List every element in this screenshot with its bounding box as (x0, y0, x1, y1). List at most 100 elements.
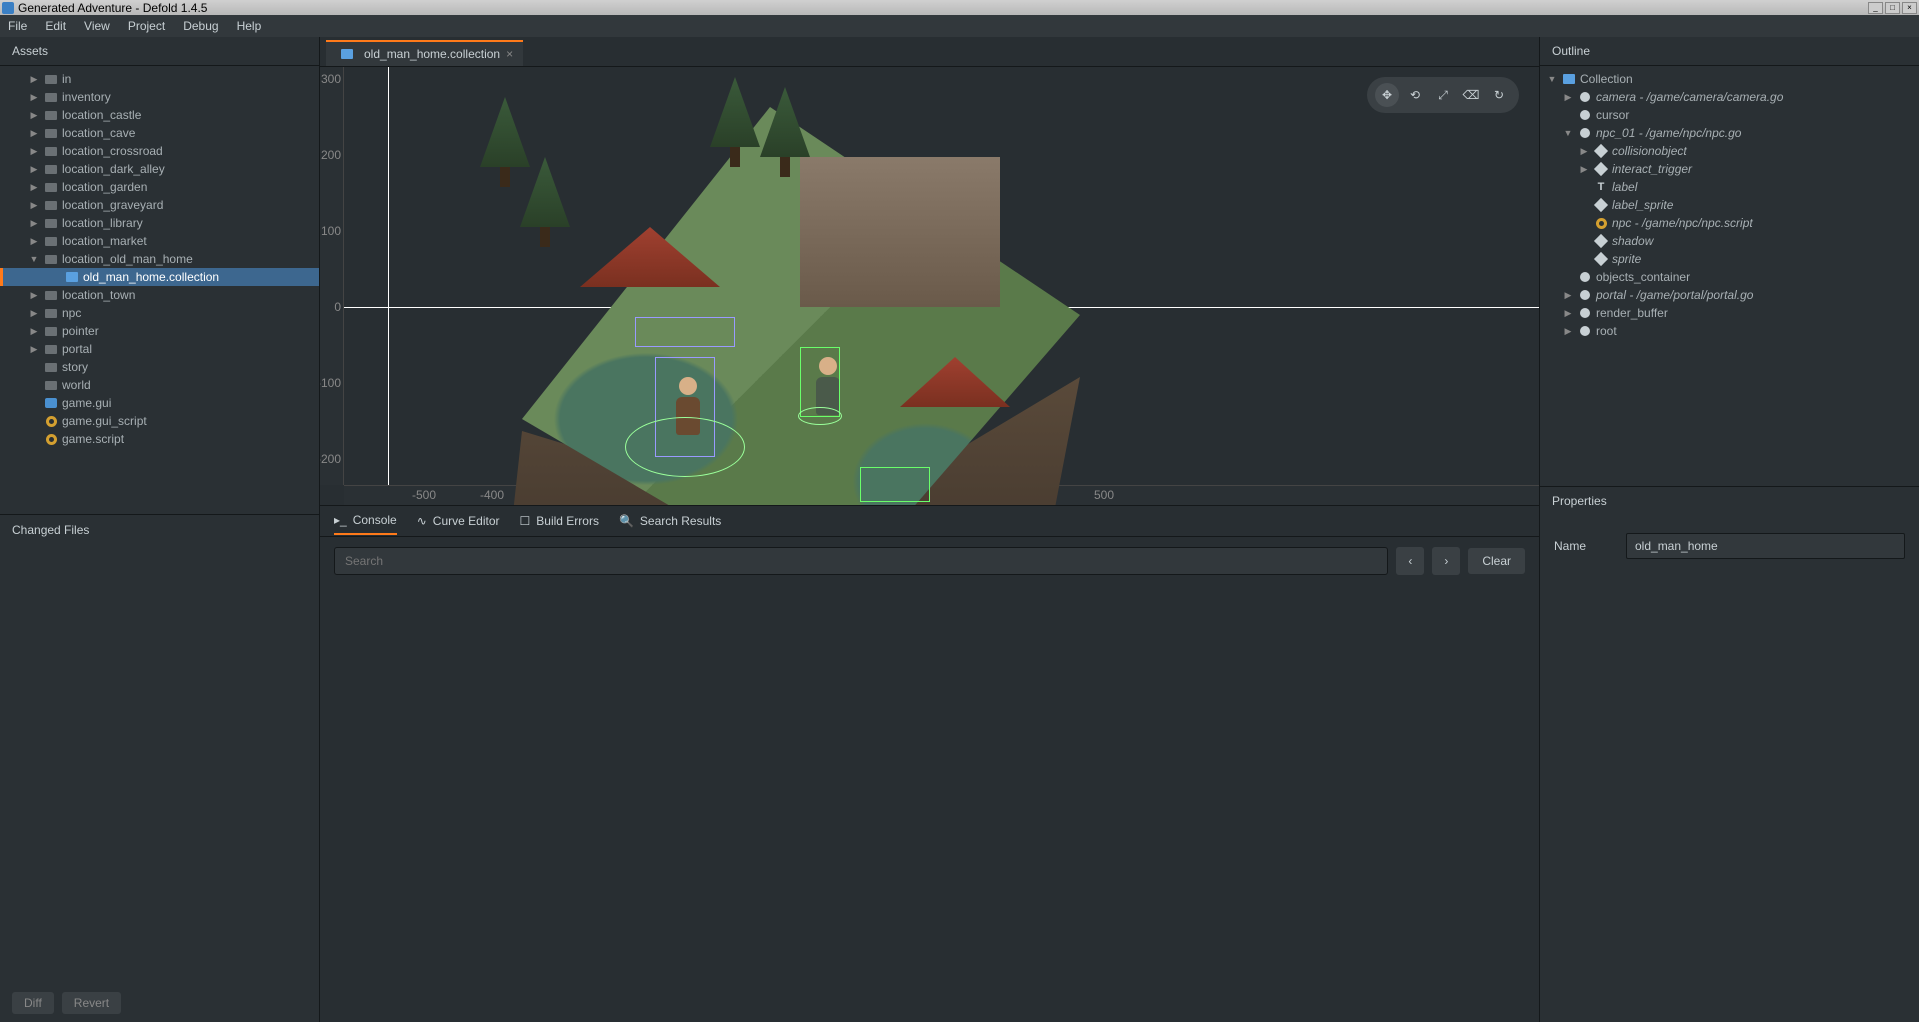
minimize-button[interactable]: _ (1868, 2, 1883, 14)
asset-item[interactable]: ▶location_cave (0, 124, 319, 142)
outline-label: interact_trigger (1612, 162, 1692, 176)
outline-item[interactable]: ▼npc_01 - /game/npc/npc.go (1540, 124, 1919, 142)
menu-help[interactable]: Help (237, 19, 262, 33)
gameobject-icon (1580, 290, 1590, 300)
chevron-icon[interactable]: ▶ (28, 128, 40, 139)
chevron-icon[interactable]: ▶ (28, 218, 40, 229)
asset-item[interactable]: game.script (0, 430, 319, 448)
chevron-icon[interactable]: ▶ (28, 92, 40, 103)
tab-build-errors[interactable]: ☐ Build Errors (520, 508, 599, 534)
asset-item[interactable]: game.gui (0, 394, 319, 412)
chevron-icon[interactable]: ▶ (28, 110, 40, 121)
chevron-icon[interactable]: ▶ (28, 326, 40, 337)
revert-button[interactable]: Revert (62, 992, 121, 1014)
outline-item[interactable]: ▶portal - /game/portal/portal.go (1540, 286, 1919, 304)
chevron-icon[interactable]: ▼ (1546, 74, 1558, 84)
asset-item[interactable]: ▶location_town (0, 286, 319, 304)
asset-item[interactable]: game.gui_script (0, 412, 319, 430)
tool-scale-icon[interactable]: ⤢ (1431, 83, 1455, 107)
chevron-icon[interactable]: ▶ (1578, 164, 1590, 175)
tool-move-icon[interactable]: ✥ (1375, 83, 1399, 107)
folder-icon (45, 183, 57, 192)
console-search-input[interactable] (334, 547, 1388, 575)
outline-item[interactable]: label_sprite (1540, 196, 1919, 214)
editor-tabs: old_man_home.collection × (320, 37, 1539, 67)
chevron-icon[interactable]: ▶ (28, 236, 40, 247)
build-icon: ☐ (520, 514, 531, 528)
chevron-icon[interactable]: ▶ (1562, 92, 1574, 103)
chevron-icon[interactable]: ▶ (28, 344, 40, 355)
outline-item[interactable]: ▶render_buffer (1540, 304, 1919, 322)
outline-item[interactable]: objects_container (1540, 268, 1919, 286)
folder-icon (45, 147, 57, 156)
outline-label: root (1596, 324, 1617, 338)
asset-item[interactable]: ▶location_library (0, 214, 319, 232)
asset-item[interactable]: ▶location_market (0, 232, 319, 250)
chevron-icon[interactable]: ▼ (28, 254, 40, 264)
chevron-icon[interactable]: ▶ (28, 200, 40, 211)
menu-view[interactable]: View (84, 19, 110, 33)
asset-item[interactable]: ▶npc (0, 304, 319, 322)
outline-item[interactable]: shadow (1540, 232, 1919, 250)
scene-viewport[interactable]: 3002001000-100-200-300-400 -500-400-300-… (320, 67, 1539, 505)
assets-tree[interactable]: ▶in▶inventory▶location_castle▶location_c… (0, 66, 319, 514)
clear-button[interactable]: Clear (1468, 548, 1525, 574)
tab-console[interactable]: ▸_ Console (334, 507, 397, 535)
tab-close-icon[interactable]: × (506, 47, 513, 61)
outline-tree[interactable]: ▼Collection▶camera - /game/camera/camera… (1540, 66, 1919, 486)
prop-name-input[interactable] (1626, 533, 1905, 559)
outline-item[interactable]: ▶camera - /game/camera/camera.go (1540, 88, 1919, 106)
menu-file[interactable]: File (8, 19, 27, 33)
gameobject-icon (1580, 110, 1590, 120)
close-button[interactable]: × (1902, 2, 1917, 14)
asset-item[interactable]: ▶location_castle (0, 106, 319, 124)
asset-item[interactable]: ▶location_dark_alley (0, 160, 319, 178)
asset-item[interactable]: ▼location_old_man_home (0, 250, 319, 268)
chevron-icon[interactable]: ▶ (28, 164, 40, 175)
outline-item[interactable]: sprite (1540, 250, 1919, 268)
chevron-icon[interactable]: ▶ (1578, 146, 1590, 157)
tool-erase-icon[interactable]: ⌫ (1459, 83, 1483, 107)
chevron-icon[interactable]: ▶ (28, 146, 40, 157)
chevron-icon[interactable]: ▶ (28, 74, 40, 85)
chevron-icon[interactable]: ▼ (1562, 128, 1574, 138)
outline-item[interactable]: Tlabel (1540, 178, 1919, 196)
chevron-icon[interactable]: ▶ (1562, 326, 1574, 337)
asset-item[interactable]: ▶location_graveyard (0, 196, 319, 214)
tab-curve-editor[interactable]: ∿ Curve Editor (417, 508, 500, 534)
asset-item[interactable]: ▶in (0, 70, 319, 88)
asset-item[interactable]: ▶inventory (0, 88, 319, 106)
maximize-button[interactable]: □ (1885, 2, 1900, 14)
asset-label: game.script (62, 432, 124, 446)
chevron-icon[interactable]: ▶ (1562, 290, 1574, 301)
asset-item[interactable]: world (0, 376, 319, 394)
search-prev-button[interactable]: ‹ (1396, 547, 1424, 575)
outline-item[interactable]: ▶ interact_trigger (1540, 160, 1919, 178)
tool-reload-icon[interactable]: ↻ (1487, 83, 1511, 107)
search-next-button[interactable]: › (1432, 547, 1460, 575)
menu-edit[interactable]: Edit (45, 19, 66, 33)
asset-item[interactable]: old_man_home.collection (0, 268, 319, 286)
menu-debug[interactable]: Debug (183, 19, 218, 33)
tab-collection[interactable]: old_man_home.collection × (326, 40, 523, 66)
outline-item[interactable]: cursor (1540, 106, 1919, 124)
asset-item[interactable]: ▶location_crossroad (0, 142, 319, 160)
asset-item[interactable]: ▶location_garden (0, 178, 319, 196)
chevron-icon[interactable]: ▶ (28, 290, 40, 301)
tool-rotate-icon[interactable]: ⟲ (1403, 83, 1427, 107)
asset-item[interactable]: story (0, 358, 319, 376)
outline-item[interactable]: ▼Collection (1540, 70, 1919, 88)
outline-item[interactable]: npc - /game/npc/npc.script (1540, 214, 1919, 232)
trigger-ellipse-2 (798, 407, 842, 425)
chevron-icon[interactable]: ▶ (1562, 308, 1574, 319)
ruler-tick: 200 (321, 148, 341, 162)
outline-item[interactable]: ▶collisionobject (1540, 142, 1919, 160)
tab-search-results[interactable]: 🔍 Search Results (619, 508, 721, 534)
menu-project[interactable]: Project (128, 19, 165, 33)
outline-item[interactable]: ▶ root (1540, 322, 1919, 340)
asset-item[interactable]: ▶pointer (0, 322, 319, 340)
chevron-icon[interactable]: ▶ (28, 182, 40, 193)
chevron-icon[interactable]: ▶ (28, 308, 40, 319)
diff-button[interactable]: Diff (12, 992, 54, 1014)
asset-item[interactable]: ▶portal (0, 340, 319, 358)
